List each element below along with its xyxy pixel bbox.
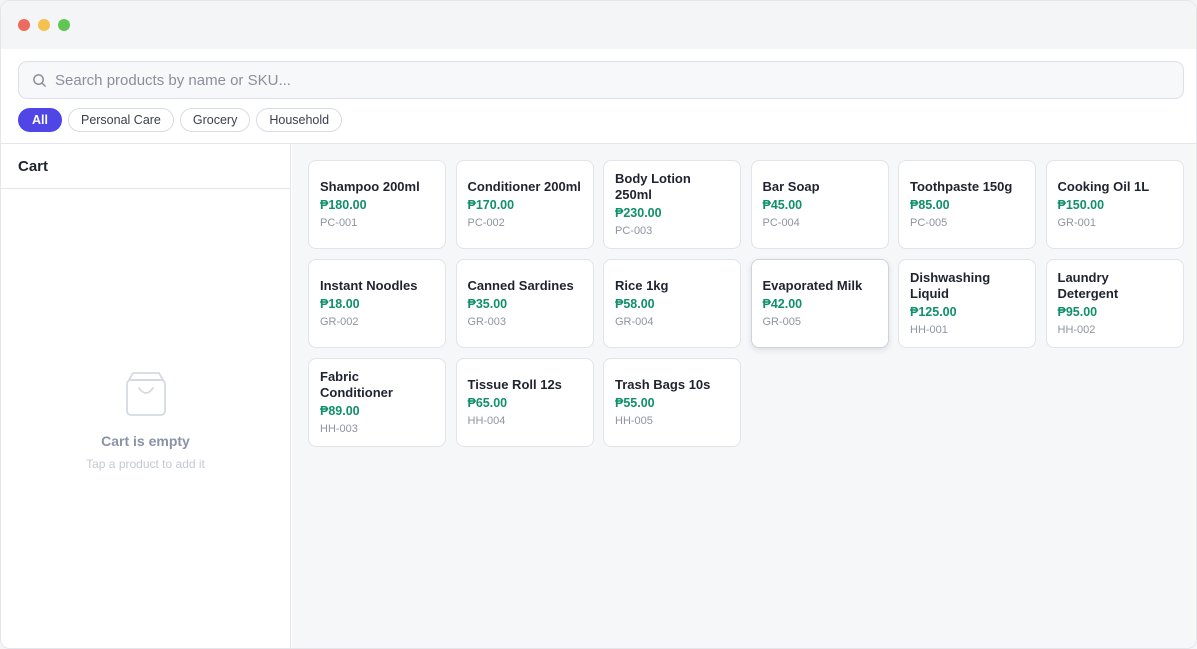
- product-price: ₱95.00: [1057, 305, 1098, 319]
- product-card[interactable]: Evaporated Milk ₱42.00 GR-005: [750, 259, 889, 348]
- product-card[interactable]: Trash Bags 10s ₱55.00 HH-005: [603, 358, 741, 447]
- product-name: Shampoo 200ml: [320, 179, 420, 194]
- product-card[interactable]: Cooking Oil 1L ₱150.00 GR-001: [1045, 160, 1184, 249]
- shopping-bag-icon: [126, 372, 166, 416]
- product-name: Toothpaste 150g: [910, 179, 1013, 194]
- product-card[interactable]: Rice 1kg ₱58.00 GR-004: [603, 259, 741, 348]
- product-sku: GR-002: [320, 316, 359, 328]
- cart-divider: [1, 188, 290, 189]
- product-card[interactable]: Toothpaste 150g ₱85.00 PC-005: [898, 160, 1036, 249]
- product-name: Evaporated Milk: [762, 278, 863, 293]
- product-name: Conditioner 200ml: [467, 179, 581, 194]
- product-name: Rice 1kg: [615, 278, 669, 293]
- product-name: Trash Bags 10s: [615, 377, 711, 392]
- product-name: Cooking Oil 1L: [1057, 179, 1150, 194]
- product-price: ₱180.00: [320, 198, 367, 212]
- product-sku: PC-005: [910, 217, 948, 229]
- product-area: Shampoo 200ml ₱180.00 PC-001 Conditioner 20…: [292, 144, 1196, 648]
- product-price: ₱18.00: [320, 297, 360, 311]
- product-name: Instant Noodles: [320, 278, 418, 293]
- product-sku: GR-005: [762, 316, 802, 328]
- product-sku: HH-002: [1057, 324, 1096, 336]
- product-name: Dishwashing Liquid: [910, 270, 991, 301]
- product-card[interactable]: Dishwashing Liquid ₱125.00 HH-001: [898, 259, 1036, 348]
- category-filters: All Personal Care Grocery Household: [18, 108, 343, 132]
- product-price: ₱42.00: [762, 297, 803, 311]
- product-name: Bar Soap: [762, 179, 820, 194]
- product-grid: Shampoo 200ml ₱180.00 PC-001 Conditioner 20…: [308, 160, 1184, 447]
- product-name: Tissue Roll 12s: [467, 377, 562, 392]
- product-price: ₱65.00: [467, 396, 508, 410]
- product-price: ₱125.00: [910, 305, 957, 319]
- product-price: ₱45.00: [762, 198, 803, 212]
- title-bar: [1, 1, 1196, 49]
- product-price: ₱85.00: [910, 198, 950, 212]
- product-card[interactable]: Fabric Conditioner ₱89.00 HH-003: [308, 358, 446, 447]
- product-sku: HH-001: [910, 324, 948, 336]
- product-card[interactable]: Bar Soap ₱45.00 PC-004: [750, 160, 889, 249]
- search-bar: [18, 61, 1184, 99]
- filter-chip-household[interactable]: Household: [256, 108, 343, 132]
- filter-chip-all[interactable]: All: [18, 108, 62, 132]
- product-name: Fabric Conditioner: [320, 369, 393, 400]
- cart-empty-title: Cart is empty: [101, 433, 190, 449]
- cart-panel: Cart Cart is empty Tap a product to add …: [1, 144, 291, 648]
- product-sku: HH-004: [467, 415, 506, 427]
- product-price: ₱35.00: [467, 297, 508, 311]
- product-sku: PC-002: [467, 217, 505, 229]
- product-name: Laundry Detergent: [1057, 270, 1119, 301]
- product-sku: HH-005: [615, 415, 653, 427]
- search-icon: [33, 74, 46, 87]
- product-price: ₱170.00: [467, 198, 515, 212]
- product-sku: HH-003: [320, 423, 358, 435]
- product-sku: PC-004: [762, 217, 800, 229]
- maximize-window-button[interactable]: [58, 19, 70, 31]
- product-card[interactable]: Tissue Roll 12s ₱65.00 HH-004: [455, 358, 594, 447]
- filter-chip-personal-care[interactable]: Personal Care: [67, 108, 174, 132]
- product-name: Canned Sardines: [467, 278, 574, 293]
- product-card[interactable]: Canned Sardines ₱35.00 GR-003: [455, 259, 594, 348]
- product-card[interactable]: Instant Noodles ₱18.00 GR-002: [308, 259, 446, 348]
- product-sku: GR-004: [615, 316, 654, 328]
- product-sku: GR-001: [1057, 217, 1097, 229]
- search-input[interactable]: [55, 62, 1165, 98]
- product-card[interactable]: Laundry Detergent ₱95.00 HH-002: [1045, 259, 1184, 348]
- product-price: ₱89.00: [320, 404, 360, 418]
- filter-chip-grocery[interactable]: Grocery: [179, 108, 251, 132]
- product-price: ₱55.00: [615, 396, 655, 410]
- product-sku: PC-001: [320, 217, 358, 229]
- product-price: ₱58.00: [615, 297, 655, 311]
- product-sku: PC-003: [615, 225, 653, 237]
- close-window-button[interactable]: [18, 19, 30, 31]
- product-price: ₱150.00: [1057, 198, 1105, 212]
- cart-empty-subtitle: Tap a product to add it: [86, 457, 205, 471]
- cart-title: Cart: [18, 158, 49, 175]
- product-card[interactable]: Conditioner 200ml ₱170.00 PC-002: [455, 160, 594, 249]
- product-card[interactable]: Body Lotion 250ml ₱230.00 PC-003: [603, 160, 741, 249]
- product-price: ₱230.00: [615, 206, 662, 220]
- product-sku: GR-003: [467, 316, 507, 328]
- product-name: Body Lotion 250ml: [615, 171, 691, 202]
- product-card[interactable]: Shampoo 200ml ₱180.00 PC-001: [308, 160, 446, 249]
- app-window: AllPersonal CareGroceryHousehold Cart Ca…: [0, 0, 1197, 649]
- minimize-window-button[interactable]: [38, 19, 50, 31]
